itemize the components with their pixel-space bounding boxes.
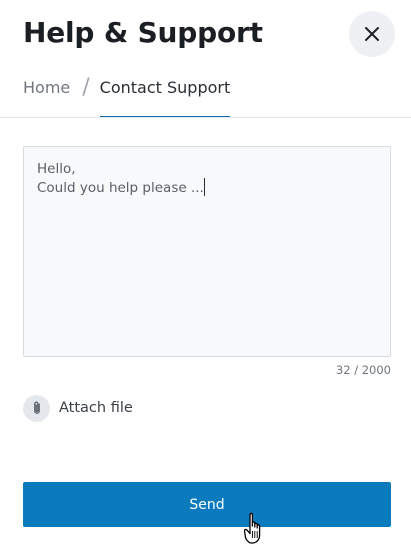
close-icon <box>365 27 379 41</box>
text-caret <box>203 178 205 196</box>
message-textarea[interactable]: Hello, Could you help please ... <box>23 146 391 357</box>
breadcrumb: Home / Contact Support <box>23 70 230 118</box>
close-button[interactable] <box>349 11 395 57</box>
message-text: Hello, Could you help please ... <box>37 161 204 196</box>
paperclip-icon <box>23 394 50 422</box>
breadcrumb-current-tab[interactable]: Contact Support <box>99 70 230 118</box>
attach-file-label: Attach file <box>59 400 133 416</box>
header-divider <box>0 117 411 118</box>
breadcrumb-home-link[interactable]: Home <box>23 70 70 106</box>
page-title: Help & Support <box>23 16 263 49</box>
send-button[interactable]: Send <box>23 482 391 527</box>
attach-file-button[interactable]: Attach file <box>23 394 133 422</box>
character-counter: 32 / 2000 <box>335 363 391 377</box>
breadcrumb-separator: / <box>82 75 90 100</box>
